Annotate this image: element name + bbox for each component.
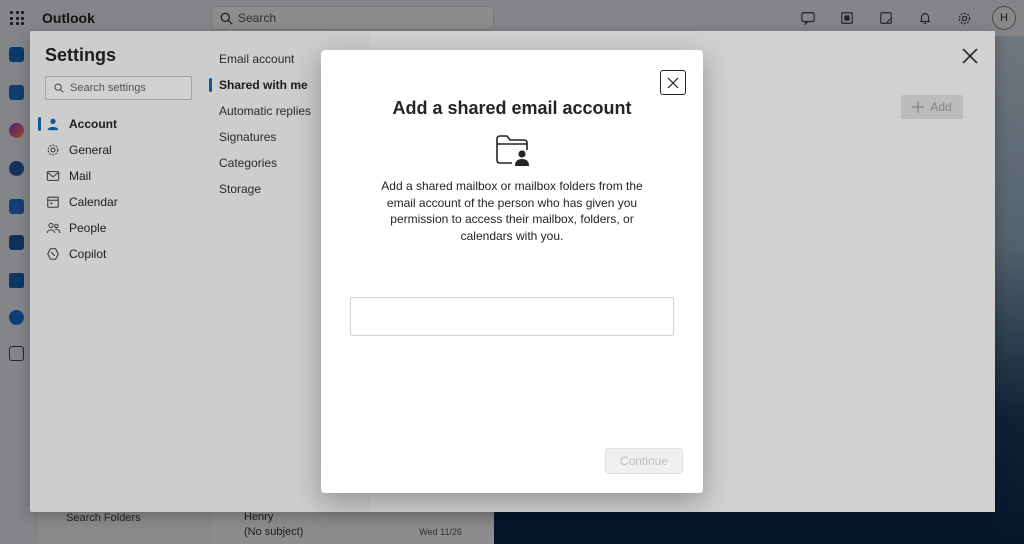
add-shared-account-dialog: Add a shared email account Add a shared … — [321, 50, 703, 493]
dialog-title: Add a shared email account — [392, 98, 632, 118]
dialog-description: Add a shared mailbox or mailbox folders … — [381, 179, 643, 243]
close-icon — [667, 77, 679, 88]
folder-person-icon — [496, 135, 529, 166]
continue-button[interactable]: Continue — [605, 448, 683, 474]
shared-mailbox-input[interactable] — [350, 297, 674, 336]
close-dialog-button[interactable] — [660, 70, 686, 95]
